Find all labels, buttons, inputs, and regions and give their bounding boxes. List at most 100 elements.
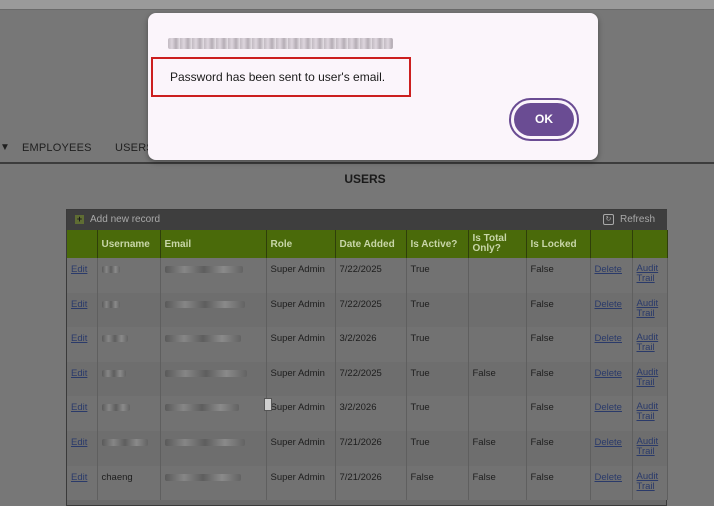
grid-toolbar: + Add new record ↻ Refresh [67,210,667,230]
delete-link[interactable]: Delete [595,299,622,310]
table-row: Edit Super Admin 3/2/2026 True False Delete Au… [67,396,668,431]
dialog-message-highlight: Password has been sent to user's email. [151,57,411,97]
redacted-email [164,266,243,273]
cell-username [97,258,161,293]
column-header-date-added[interactable]: Date Added [335,230,407,258]
table-header-row: Username Email Role Date Added Is Active… [67,230,668,258]
cell-role: Super Admin [266,327,336,362]
audit-trail-link[interactable]: Audit Trail [637,436,661,457]
cell-is-locked: False [526,430,591,466]
cell-is-total-only [468,327,527,362]
redacted-email [164,335,241,343]
edit-link[interactable]: Edit [71,472,87,483]
nav-caret-icon[interactable]: ▼ [0,142,10,153]
column-header-is-total-only[interactable]: Is Total Only? [468,230,527,258]
cell-is-locked: False [526,361,591,397]
column-header-email[interactable]: Email [160,230,267,258]
cell-email [160,396,267,431]
delete-link[interactable]: Delete [595,472,622,483]
edit-link[interactable]: Edit [71,299,87,310]
table-row: Edit Super Admin 7/21/2026 True False False De… [67,430,668,466]
cell-username [97,292,161,328]
cell-is-locked: False [526,258,591,293]
column-header-role[interactable]: Role [266,230,336,258]
audit-trail-link[interactable]: Audit Trail [637,333,661,353]
cell-date-added: 7/22/2025 [335,361,407,397]
cell-is-total-only [468,292,527,328]
audit-trail-link[interactable]: Audit Trail [637,471,661,492]
dialog-origin-redacted [168,38,393,49]
cell-username [97,396,161,431]
table-row: Edit Super Admin 7/22/2025 True False Delete A… [67,258,668,293]
redacted-email [164,300,245,308]
cell-delete: Delete [590,361,633,397]
cell-is-active: True [406,258,469,293]
refresh-icon: ↻ [602,214,614,225]
users-grid: + Add new record ↻ Refresh Username Emai… [66,209,668,506]
alert-dialog: Password has been sent to user's email. … [148,13,598,160]
cell-edit: Edit [67,465,98,501]
column-header-username[interactable]: Username [97,230,161,258]
audit-trail-link[interactable]: Audit Trail [637,264,661,284]
ok-button-label: OK [514,103,574,136]
delete-link[interactable]: Delete [595,368,622,379]
redacted-username [101,335,128,343]
cell-edit: Edit [67,396,98,431]
cell-is-total-only: False [468,361,527,397]
scrollbar-handle[interactable] [264,398,272,411]
refresh-button[interactable]: ↻ Refresh [602,214,655,225]
delete-link[interactable]: Delete [595,402,622,413]
cell-edit: Edit [67,292,98,328]
cell-audit: Audit Trail [632,292,668,328]
cell-date-added: 3/2/2026 [335,327,407,362]
cell-role: Super Admin [266,361,336,397]
cell-is-active: False [406,465,469,501]
ok-button[interactable]: OK [509,98,579,141]
cell-is-total-only [468,258,527,293]
cell-is-active: True [406,361,469,397]
audit-trail-link[interactable]: Audit Trail [637,298,661,319]
cell-email [160,327,267,362]
delete-link[interactable]: Delete [595,333,622,344]
column-header [632,230,668,258]
cell-role: Super Admin [266,465,336,501]
cell-date-added: 7/22/2025 [335,258,407,293]
add-new-record-button[interactable]: + Add new record [75,214,160,225]
add-new-record-label: Add new record [90,214,161,225]
table-row: Edit Super Admin 7/22/2025 True False False De… [67,361,668,397]
cell-is-total-only [468,396,527,431]
cell-delete: Delete [590,396,633,431]
table-row: Edit chaeng Super Admin 7/21/2026 False False… [67,465,668,501]
cell-date-added: 7/21/2026 [335,465,407,501]
cell-is-total-only: False [468,465,527,501]
column-header-is-active[interactable]: Is Active? [406,230,469,258]
cell-edit: Edit [67,361,98,397]
audit-trail-link[interactable]: Audit Trail [637,367,661,388]
cell-email [160,465,267,501]
cell-date-added: 7/21/2026 [335,430,407,466]
cell-is-locked: False [526,327,591,362]
cell-role: Super Admin [266,396,336,431]
delete-link[interactable]: Delete [595,437,622,448]
cell-username: chaeng [97,465,161,501]
edit-link[interactable]: Edit [71,368,87,379]
edit-link[interactable]: Edit [71,402,87,413]
cell-delete: Delete [590,327,633,362]
plus-icon: + [75,214,84,224]
edit-link[interactable]: Edit [71,437,87,448]
audit-trail-link[interactable]: Audit Trail [637,402,661,422]
redacted-email [164,404,239,412]
cell-username [97,327,161,362]
cell-is-active: True [406,292,469,328]
edit-link[interactable]: Edit [71,333,87,344]
delete-link[interactable]: Delete [595,264,622,275]
redacted-email [164,438,245,446]
edit-link[interactable]: Edit [71,264,87,275]
column-header-is-locked[interactable]: Is Locked [526,230,591,258]
cell-audit: Audit Trail [632,258,668,293]
cell-is-locked: False [526,465,591,501]
cell-delete: Delete [590,258,633,293]
cell-is-active: True [406,430,469,466]
cell-audit: Audit Trail [632,430,668,466]
nav-item-employees[interactable]: EMPLOYEES [22,142,92,154]
